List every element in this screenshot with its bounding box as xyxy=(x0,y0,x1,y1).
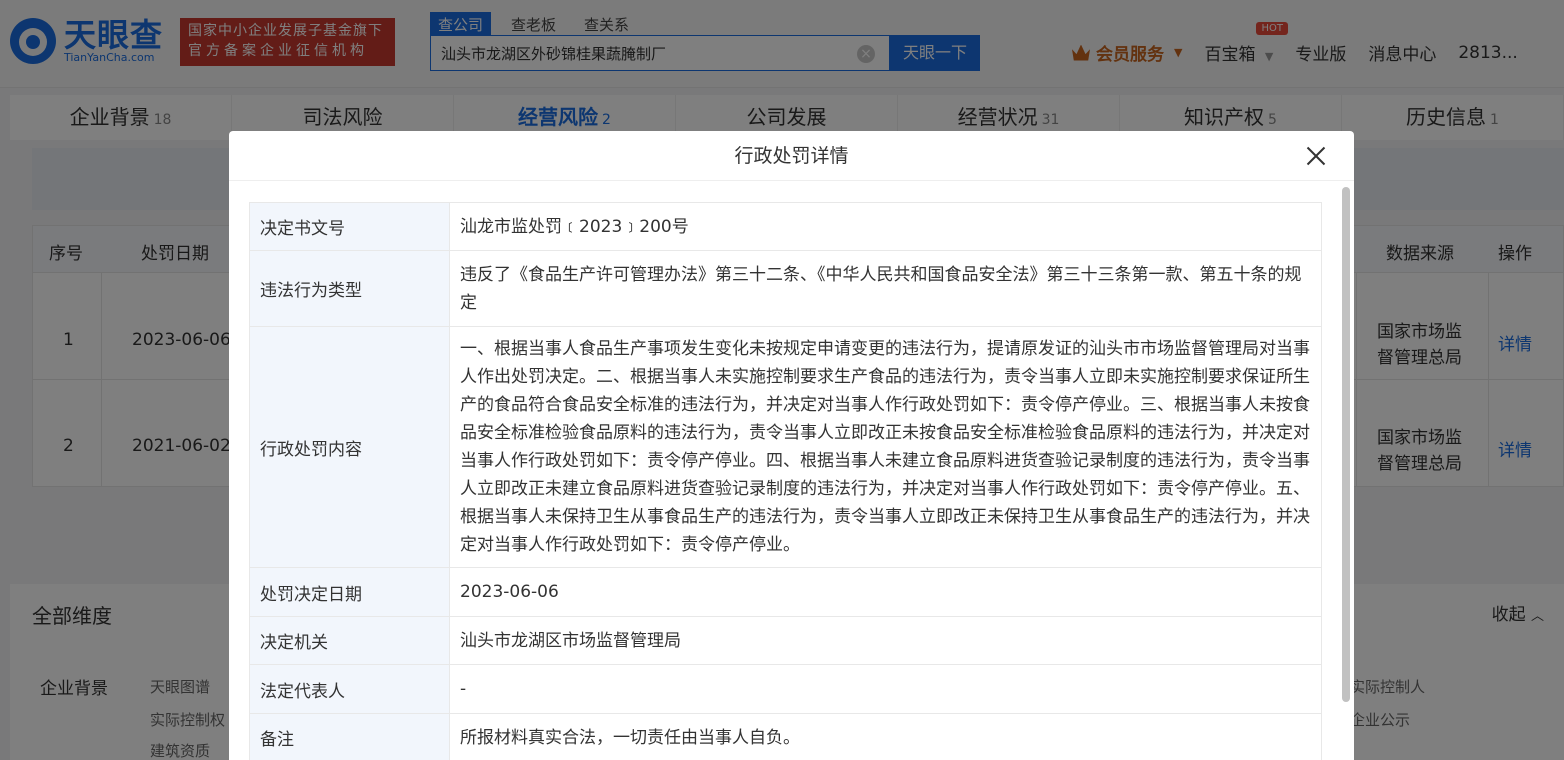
close-icon[interactable] xyxy=(1304,144,1328,168)
detail-label: 备注 xyxy=(250,714,450,760)
modal-header: 行政处罚详情 xyxy=(229,131,1354,181)
detail-row: 备注 所报材料真实合法，一切责任由当事人自负。 xyxy=(250,714,1322,760)
detail-label: 决定机关 xyxy=(250,617,450,664)
detail-row: 违法行为类型 违反了《食品生产许可管理办法》第三十二条、《中华人民共和国食品安全… xyxy=(250,251,1322,327)
detail-table: 决定书文号 汕龙市监处罚﹝2023﹞200号 违法行为类型 违反了《食品生产许可… xyxy=(249,202,1322,760)
modal-title: 行政处罚详情 xyxy=(734,145,849,167)
detail-row: 法定代表人 - xyxy=(250,665,1322,714)
detail-label: 法定代表人 xyxy=(250,665,450,713)
detail-value: - xyxy=(450,665,1322,713)
detail-value: 违反了《食品生产许可管理办法》第三十二条、《中华人民共和国食品安全法》第三十三条… xyxy=(450,251,1322,326)
detail-value: 汕龙市监处罚﹝2023﹞200号 xyxy=(450,203,1322,250)
detail-value: 所报材料真实合法，一切责任由当事人自负。 xyxy=(450,714,1322,760)
modal-scrollbar[interactable] xyxy=(1342,187,1350,702)
detail-row: 处罚决定日期 2023-06-06 xyxy=(250,568,1322,617)
detail-label: 违法行为类型 xyxy=(250,251,450,326)
detail-value: 2023-06-06 xyxy=(450,568,1322,616)
detail-row: 决定书文号 汕龙市监处罚﹝2023﹞200号 xyxy=(250,203,1322,251)
detail-row: 决定机关 汕头市龙湖区市场监督管理局 xyxy=(250,617,1322,665)
detail-row: 行政处罚内容 一、根据当事人食品生产事项发生变化未按规定申请变更的违法行为，提请… xyxy=(250,327,1322,568)
detail-label: 行政处罚内容 xyxy=(250,327,450,567)
detail-value: 一、根据当事人食品生产事项发生变化未按规定申请变更的违法行为，提请原发证的汕头市… xyxy=(450,327,1322,567)
detail-label: 处罚决定日期 xyxy=(250,568,450,616)
penalty-detail-modal: 行政处罚详情 决定书文号 汕龙市监处罚﹝2023﹞200号 违法行为类型 违反了… xyxy=(229,131,1354,760)
detail-label: 决定书文号 xyxy=(250,203,450,250)
detail-value: 汕头市龙湖区市场监督管理局 xyxy=(450,617,1322,664)
